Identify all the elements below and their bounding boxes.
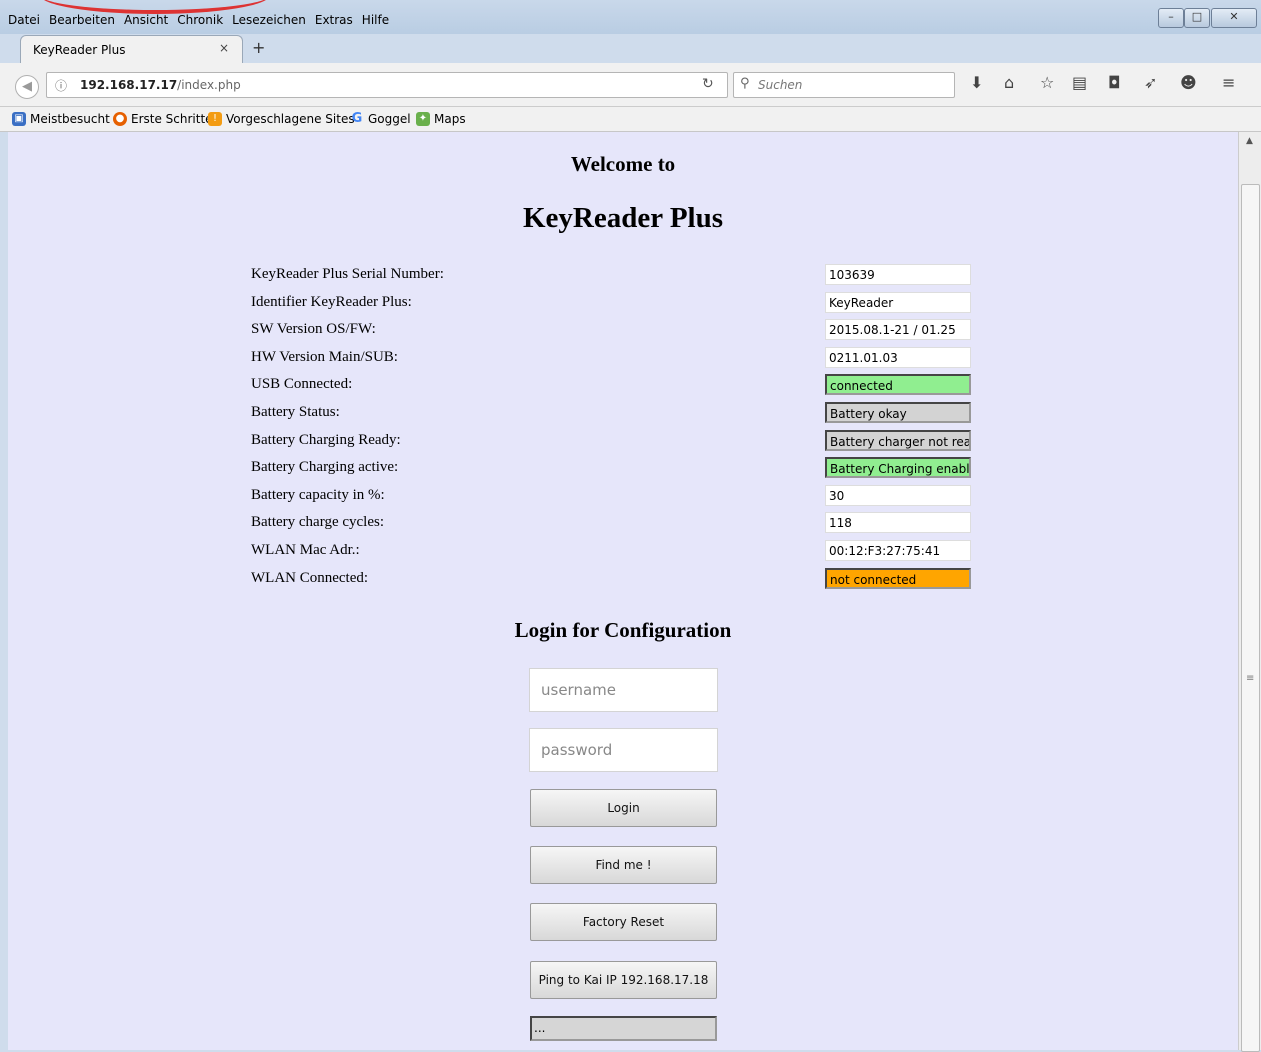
tab-title: KeyReader Plus bbox=[33, 43, 126, 57]
welcome-heading: Welcome to bbox=[570, 152, 676, 176]
bookmark-label: Vorgeschlagene Sites bbox=[226, 112, 355, 126]
info-value-field: 30 bbox=[825, 485, 971, 506]
url-path: /index.php bbox=[177, 78, 241, 92]
minimize-button[interactable]: – bbox=[1158, 8, 1184, 28]
password-field[interactable]: password bbox=[529, 728, 718, 772]
bookmark-maps[interactable]: ✦ Maps bbox=[416, 112, 466, 126]
info-value-field: not connected bbox=[825, 568, 971, 589]
info-icon[interactable]: ⓘ bbox=[55, 77, 67, 94]
smiley-icon[interactable]: ☻ bbox=[1180, 73, 1197, 92]
close-window-button[interactable]: ✕ bbox=[1211, 8, 1257, 28]
login-heading: Login for Configuration bbox=[514, 618, 732, 642]
menu-bearbeiten[interactable]: Bearbeiten bbox=[49, 13, 115, 29]
ping-result-field: ... bbox=[530, 1016, 717, 1041]
bookmarks-bar: ▣ Meistbesucht ● Erste Schritte ! Vorgeschl… bbox=[0, 107, 1261, 132]
url-text: 192.168.17.17/index.php bbox=[80, 78, 241, 92]
info-label: WLAN Mac Adr.: bbox=[251, 542, 360, 558]
info-value-field: KeyReader bbox=[825, 292, 971, 313]
folder-icon: ▣ bbox=[12, 112, 26, 126]
google-icon: G bbox=[351, 111, 363, 126]
menu-extras[interactable]: Extras bbox=[315, 13, 353, 29]
username-field[interactable]: username bbox=[529, 668, 718, 712]
search-input[interactable]: ⚲ Suchen bbox=[733, 72, 955, 98]
send-icon[interactable]: ➶ bbox=[1144, 73, 1157, 92]
firefox-icon: ● bbox=[113, 112, 127, 126]
url-bar[interactable]: ⓘ 192.168.17.17/index.php ↻ bbox=[46, 72, 728, 98]
reload-icon[interactable]: ↻ bbox=[702, 76, 714, 92]
download-icon[interactable]: ⬇ bbox=[970, 73, 983, 92]
bookmark-goggel[interactable]: G Goggel bbox=[350, 111, 411, 127]
hamburger-menu-icon[interactable]: ≡ bbox=[1222, 73, 1235, 92]
url-host: 192.168.17.17 bbox=[80, 78, 178, 92]
info-label: HW Version Main/SUB: bbox=[251, 349, 398, 365]
info-label: KeyReader Plus Serial Number: bbox=[251, 266, 444, 282]
login-button[interactable]: Login bbox=[530, 789, 717, 827]
menu-datei[interactable]: Datei bbox=[8, 13, 40, 29]
vertical-scrollbar[interactable]: ▲ ≡ bbox=[1238, 132, 1261, 1052]
info-label: Battery capacity in %: bbox=[251, 487, 385, 503]
new-tab-button[interactable]: + bbox=[252, 38, 265, 57]
search-placeholder: Suchen bbox=[758, 78, 803, 92]
back-button[interactable]: ◀ bbox=[15, 75, 39, 99]
bookmark-label: Goggel bbox=[368, 112, 411, 126]
bookmark-label: Meistbesucht bbox=[30, 112, 110, 126]
info-value-field: 00:12:F3:27:75:41 bbox=[825, 540, 971, 561]
info-label: Identifier KeyReader Plus: bbox=[251, 294, 412, 310]
info-label: SW Version OS/FW: bbox=[251, 321, 376, 337]
tab-close-icon[interactable]: × bbox=[219, 41, 229, 55]
pocket-icon[interactable]: ◘ bbox=[1108, 73, 1121, 92]
info-value-field: Battery charger not ready bbox=[825, 430, 971, 451]
info-value-field: 118 bbox=[825, 512, 971, 533]
maps-icon: ✦ bbox=[416, 112, 430, 126]
factory-reset-button[interactable]: Factory Reset bbox=[530, 903, 717, 941]
bookmark-star-icon[interactable]: ☆ bbox=[1040, 73, 1054, 92]
bookmark-meistbesucht[interactable]: ▣ Meistbesucht bbox=[12, 112, 110, 126]
page-content: Welcome to KeyReader Plus KeyReader Plus… bbox=[8, 132, 1238, 1050]
tab-keyreader[interactable]: KeyReader Plus × bbox=[20, 35, 243, 63]
lightbulb-icon: ! bbox=[208, 112, 222, 126]
info-label: Battery Charging Ready: bbox=[251, 432, 401, 448]
bookmark-erste-schritte[interactable]: ● Erste Schritte bbox=[113, 112, 213, 126]
menu-hilfe[interactable]: Hilfe bbox=[362, 13, 389, 29]
bookmark-label: Erste Schritte bbox=[131, 112, 213, 126]
search-icon: ⚲ bbox=[740, 76, 750, 91]
menu-bar: Datei Bearbeiten Ansicht Chronik Lesezei… bbox=[8, 13, 398, 29]
bookmark-vorgeschlagene-sites[interactable]: ! Vorgeschlagene Sites bbox=[208, 112, 355, 126]
back-arrow-icon: ◀ bbox=[22, 79, 32, 94]
scroll-thumb[interactable]: ≡ bbox=[1241, 184, 1260, 1052]
info-label: USB Connected: bbox=[251, 376, 353, 392]
info-label: WLAN Connected: bbox=[251, 570, 369, 586]
reading-list-icon[interactable]: ▤ bbox=[1072, 73, 1087, 92]
ping-button[interactable]: Ping to Kai IP 192.168.17.18 bbox=[530, 961, 717, 999]
info-label: Battery Status: bbox=[251, 404, 340, 420]
menu-ansicht[interactable]: Ansicht bbox=[124, 13, 168, 29]
info-value-field: Battery okay bbox=[825, 402, 971, 423]
info-value-field: 103639 bbox=[825, 264, 971, 285]
info-value-field: 0211.01.03 bbox=[825, 347, 971, 368]
menu-lesezeichen[interactable]: Lesezeichen bbox=[232, 13, 306, 29]
product-title: KeyReader Plus bbox=[522, 202, 724, 234]
info-label: Battery Charging active: bbox=[251, 459, 399, 475]
menu-chronik[interactable]: Chronik bbox=[177, 13, 223, 29]
home-icon[interactable]: ⌂ bbox=[1004, 73, 1014, 92]
grip-icon: ≡ bbox=[1246, 673, 1255, 684]
maximize-button[interactable]: □ bbox=[1184, 8, 1210, 28]
navigation-bar: ◀ ⓘ 192.168.17.17/index.php ↻ ⚲ Suchen ⬇… bbox=[0, 63, 1261, 107]
bookmark-label: Maps bbox=[434, 112, 466, 126]
info-value-field: Battery Charging enabled bbox=[825, 457, 971, 478]
info-label: Battery charge cycles: bbox=[251, 514, 384, 530]
info-value-field: 2015.08.1-21 / 01.25 bbox=[825, 319, 971, 340]
find-me-button[interactable]: Find me ! bbox=[530, 846, 717, 884]
scroll-up-icon[interactable]: ▲ bbox=[1246, 136, 1253, 146]
info-value-field: connected bbox=[825, 374, 971, 395]
